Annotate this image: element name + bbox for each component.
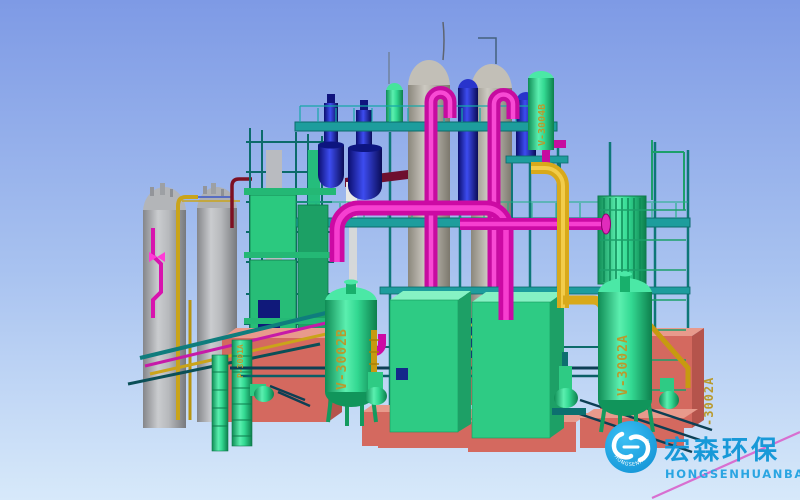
green-box-tank-1 (390, 291, 471, 432)
plant-3d-render: V-3002B P-3001A V-3002A -3002A V-3004B (0, 0, 800, 500)
vessel-v3002a: V-3002A (598, 272, 653, 435)
label-leader-3002a: -3002A (702, 377, 716, 426)
label-v3004: V-3004B (537, 104, 548, 146)
blue-mid-column (458, 79, 478, 206)
green-cylinder-top-right: V-3004B (528, 71, 554, 150)
junction-box (396, 368, 408, 380)
pipe-flange (602, 214, 611, 234)
plant-scene-canvas: V-3002B P-3001A V-3002A -3002A V-3004B (0, 0, 800, 500)
label-v3002a: V-3002A (616, 334, 631, 396)
green-box-tank-2 (472, 292, 564, 438)
logo-text-en: HONGSENHUANBAO (665, 467, 800, 481)
logo-text-cn: 宏森环保 (664, 435, 780, 466)
label-p3001: P-3001A (236, 344, 245, 378)
label-v3002b: V-3002B (335, 328, 350, 390)
